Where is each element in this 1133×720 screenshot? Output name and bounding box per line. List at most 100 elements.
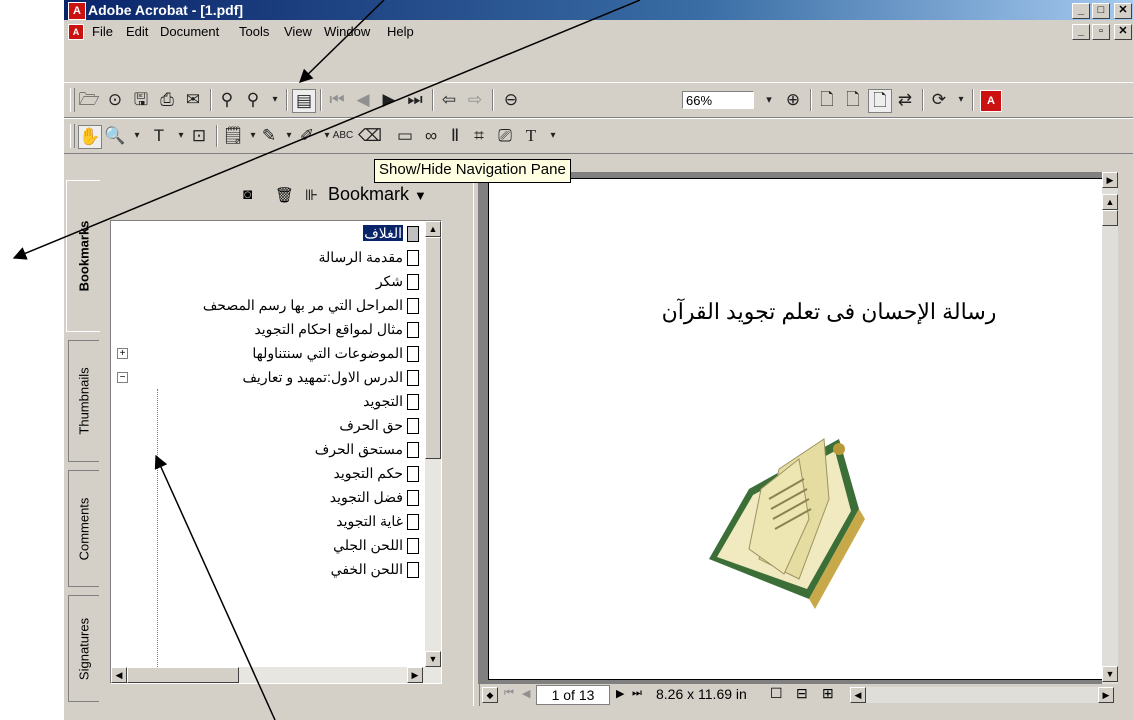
bookmark-item[interactable]: مثال لمواقع احكام التجويد: [254, 317, 419, 341]
first-page-icon[interactable]: ⏮: [504, 687, 514, 700]
open-icon[interactable]: 🗁: [78, 89, 100, 111]
doc-restore-button[interactable]: ▫: [1092, 24, 1110, 40]
article-tool-icon[interactable]: Ⅱ: [444, 125, 466, 147]
continuous-facing-icon[interactable]: ⊞: [822, 685, 834, 702]
fit-page-icon[interactable]: 🗋: [842, 89, 864, 111]
scroll-down-icon[interactable]: ▼: [1102, 666, 1118, 682]
new-bookmark-icon[interactable]: ◙: [243, 186, 252, 203]
crop-tool-icon[interactable]: ⌗: [468, 125, 490, 147]
menu-document[interactable]: Document: [160, 24, 219, 39]
movie-tool-icon[interactable]: ⎚: [494, 125, 516, 147]
zoom-input[interactable]: 66%: [682, 91, 754, 109]
scroll-up-icon[interactable]: ▲: [1102, 194, 1118, 210]
bookmark-horizontal-scrollbar[interactable]: ◀ ▶: [111, 667, 441, 683]
scroll-thumb[interactable]: [127, 667, 239, 683]
bookmark-item[interactable]: المراحل التي مر بها رسم المصحف: [203, 293, 419, 317]
tab-bookmarks[interactable]: Bookmarks: [66, 180, 100, 332]
highlight-tool-icon[interactable]: ✐: [296, 125, 318, 147]
reflow-icon[interactable]: ⇄: [894, 89, 916, 111]
bookmark-item[interactable]: فضل التجويد: [330, 485, 419, 509]
touchup-dropdown-icon[interactable]: ▾: [542, 125, 564, 147]
bookmark-item[interactable]: اللحن الخفي: [331, 557, 419, 581]
eraser-icon[interactable]: ⌫: [358, 125, 382, 147]
document-vertical-scrollbar[interactable]: ▶ ▲ ▼: [1102, 172, 1118, 684]
bookmark-item[interactable]: حق الحرف: [339, 413, 419, 437]
tab-signatures[interactable]: Signatures: [68, 595, 99, 702]
scroll-right-icon[interactable]: ▶: [1098, 687, 1114, 703]
expand-toggle[interactable]: +: [117, 348, 128, 359]
bookmark-item[interactable]: الموضوعات التي سنتناولها: [252, 341, 419, 365]
bookmark-menu-button[interactable]: Bookmark ▼: [328, 184, 427, 205]
tab-comments[interactable]: Comments: [68, 470, 99, 587]
tab-thumbnails[interactable]: Thumbnails: [68, 340, 99, 462]
link-tool-icon[interactable]: ∞: [420, 125, 442, 147]
menu-file[interactable]: File: [92, 24, 113, 39]
maximize-button[interactable]: □: [1092, 3, 1110, 19]
email-icon[interactable]: ✉: [182, 89, 204, 111]
bookmark-item[interactable]: شكر: [376, 269, 419, 293]
menu-help[interactable]: Help: [387, 24, 414, 39]
note-tool-icon[interactable]: 🗒: [222, 125, 244, 147]
scroll-down-icon[interactable]: ▼: [425, 651, 441, 667]
scroll-thumb[interactable]: [425, 237, 441, 459]
bookmark-item[interactable]: مقدمة الرسالة: [319, 245, 419, 269]
text-select-icon[interactable]: T: [148, 125, 170, 147]
menu-window[interactable]: Window: [324, 24, 370, 39]
rotate-view-icon[interactable]: ⟳: [928, 89, 950, 111]
delete-bookmark-icon[interactable]: 🗑: [275, 186, 294, 204]
form-tool-icon[interactable]: ▭: [394, 125, 416, 147]
search-dropdown-icon[interactable]: ▾: [264, 89, 286, 111]
bookmark-item[interactable]: مستحق الحرف: [315, 437, 419, 461]
last-page-icon[interactable]: ⏭: [632, 687, 642, 700]
minimize-button[interactable]: _: [1072, 3, 1090, 19]
zoom-out-icon[interactable]: ⊖: [500, 89, 522, 111]
close-button[interactable]: ✕: [1114, 3, 1132, 19]
menu-edit[interactable]: Edit: [126, 24, 148, 39]
split-view-icon[interactable]: ◆: [482, 687, 498, 703]
save-icon[interactable]: 🖫: [130, 89, 152, 111]
scroll-left-icon[interactable]: ◀: [111, 667, 127, 683]
scroll-thumb[interactable]: [1102, 210, 1118, 226]
scroll-right-menu-icon[interactable]: ▶: [1102, 172, 1118, 188]
bookmark-item[interactable]: الدرس الاول:تمهيد و تعاريف: [242, 365, 419, 389]
menu-tools[interactable]: Tools: [239, 24, 269, 39]
print-icon[interactable]: ⎙: [156, 89, 178, 111]
bookmark-item[interactable]: غاية التجويد: [336, 509, 419, 533]
actual-size-icon[interactable]: 🗋: [816, 89, 838, 111]
bookmark-item[interactable]: التجويد: [363, 389, 419, 413]
hand-tool-icon[interactable]: ✋: [78, 125, 102, 149]
bookmark-item[interactable]: حكم التجويد: [334, 461, 419, 485]
toolbar-grip[interactable]: [70, 124, 75, 148]
zoom-dropdown-icon[interactable]: ▾: [758, 89, 780, 111]
bookmark-item[interactable]: اللحن الجلي: [333, 533, 419, 557]
document-icon[interactable]: A: [68, 24, 84, 40]
next-page-icon[interactable]: ▶: [616, 687, 624, 700]
bookmark-vertical-scrollbar[interactable]: ▲ ▼: [425, 221, 441, 667]
doc-close-button[interactable]: ✕: [1114, 24, 1132, 40]
zoom-in-icon[interactable]: ⊕: [782, 89, 804, 111]
spelling-icon[interactable]: ABC: [332, 125, 354, 147]
show-hide-navigation-pane-button[interactable]: ▤: [292, 89, 316, 113]
go-forward-icon[interactable]: ⇨: [464, 89, 486, 111]
previous-page-icon[interactable]: ◀: [522, 687, 530, 700]
touchup-text-icon[interactable]: T: [520, 125, 542, 147]
graphics-select-icon[interactable]: ⊡: [188, 125, 210, 147]
pencil-tool-icon[interactable]: ✎: [258, 125, 280, 147]
scroll-left-icon[interactable]: ◀: [850, 687, 866, 703]
scroll-right-icon[interactable]: ▶: [407, 667, 423, 683]
single-page-icon[interactable]: ☐: [770, 685, 783, 702]
doc-minimize-button[interactable]: _: [1072, 24, 1090, 40]
first-page-icon[interactable]: ⏮: [326, 89, 348, 111]
previous-page-icon[interactable]: ◀: [352, 89, 374, 111]
document-horizontal-scrollbar[interactable]: ◀ ▶: [850, 687, 1114, 703]
fit-width-icon[interactable]: 🗋: [868, 89, 892, 113]
page-number-field[interactable]: 1 of 13: [536, 685, 610, 705]
web-capture-icon[interactable]: ⊙: [104, 89, 126, 111]
zoom-tool-icon[interactable]: 🔍: [104, 125, 126, 147]
menu-view[interactable]: View: [284, 24, 312, 39]
bookmark-item[interactable]: الغلاف: [363, 221, 419, 245]
go-back-icon[interactable]: ⇦: [438, 89, 460, 111]
search-icon[interactable]: ⚲: [242, 89, 264, 111]
find-icon[interactable]: ⚲: [216, 89, 238, 111]
adobe-logo-icon[interactable]: A: [980, 90, 1002, 112]
